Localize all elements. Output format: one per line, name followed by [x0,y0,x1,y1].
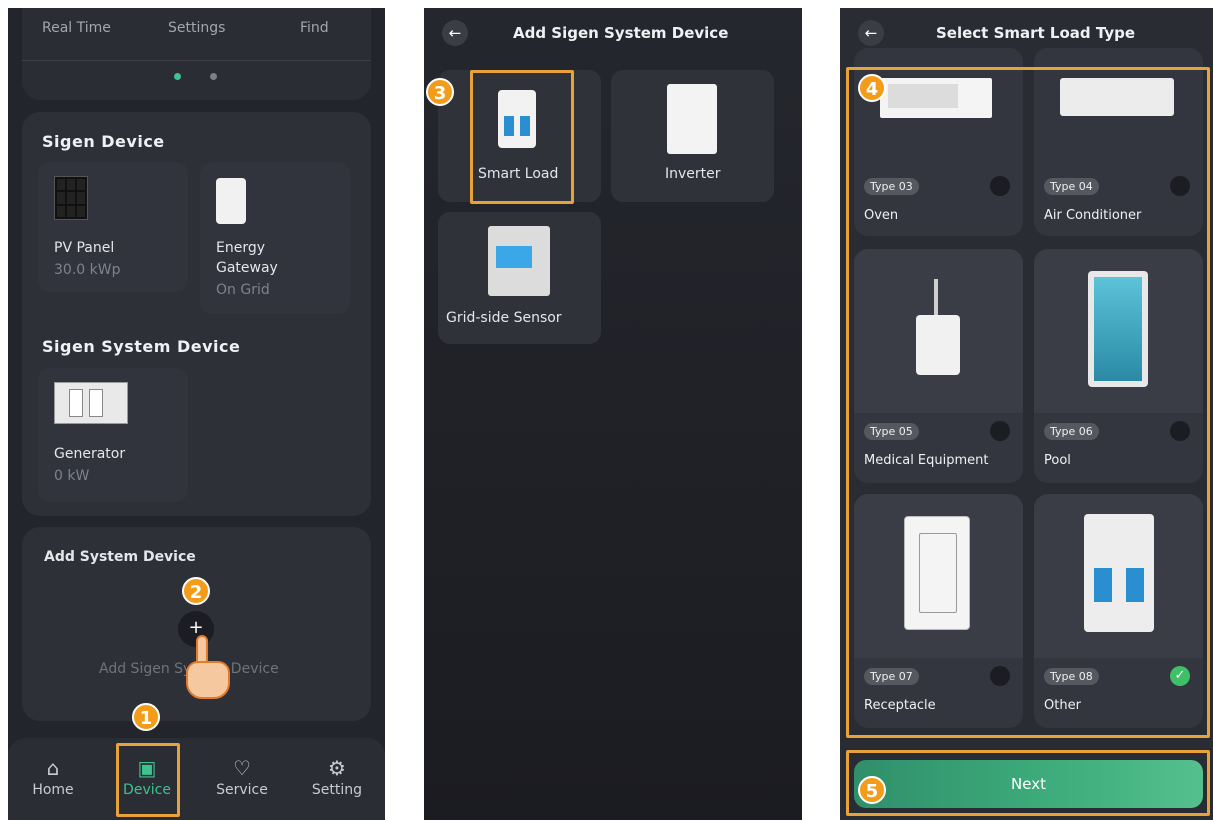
oven-icon [880,78,992,118]
device-name-line1: Energy [216,240,266,256]
gear-icon: ⚙ [328,756,346,780]
add-sigen-system-device-screen: ← Add Sigen System Device Smart Load Inv… [424,8,802,820]
step-badge-3: 3 [426,78,454,106]
device-card-pv-panel[interactable]: PV Panel 30.0 kWp [38,162,188,292]
step-badge-5: 5 [858,776,886,804]
device-label: Grid-side Sensor [446,310,562,326]
select-radio[interactable] [990,666,1010,686]
type-name: Receptacle [864,698,936,713]
pv-panel-icon [54,176,88,220]
check-icon: ✓ [1174,668,1186,683]
service-icon: ♡ [233,756,251,780]
receptacle-icon [904,516,970,630]
nav-setting[interactable]: ⚙ Setting [302,756,372,798]
page-dot-active[interactable] [174,73,181,80]
nav-label: Device [123,782,171,798]
device-value: 0 kW [54,468,90,484]
page-title: Add Sigen System Device [513,24,729,42]
bottom-nav: ⌂ Home ▣ Device ♡ Service ⚙ Setting [8,738,385,820]
select-radio-checked[interactable]: ✓ [1170,666,1190,686]
nav-home[interactable]: ⌂ Home [18,756,88,798]
tab-find[interactable]: Find [300,20,329,36]
tab-real-time[interactable]: Real Time [42,20,111,36]
type-badge: Type 03 [864,178,919,195]
type-badge: Type 04 [1044,178,1099,195]
device-name: PV Panel [54,240,115,256]
device-label: Smart Load [478,166,559,182]
home-icon: ⌂ [46,756,60,780]
type-badge: Type 07 [864,668,919,685]
type-tile-pool[interactable]: Type 06 Pool [1034,249,1203,483]
generator-icon [54,382,128,424]
tile-image-area [1034,494,1203,658]
inverter-icon [667,84,717,154]
type-badge: Type 05 [864,423,919,440]
type-tile-medical-equipment[interactable]: Type 05 Medical Equipment [854,249,1023,483]
device-card-generator[interactable]: Generator 0 kW [38,368,188,502]
energy-gateway-icon [216,178,246,224]
type-name: Other [1044,698,1081,713]
nav-label: Setting [311,782,363,798]
section-title-sigen-device: Sigen Device [42,132,165,151]
type-tile-other[interactable]: Type 08 ✓ Other [1034,494,1203,728]
air-conditioner-icon [1060,78,1174,116]
type-badge: Type 08 [1044,668,1099,685]
pool-icon [1088,271,1148,387]
nav-label: Service [216,782,268,798]
nav-service[interactable]: ♡ Service [207,756,277,798]
back-button[interactable]: ← [858,20,884,46]
shortcut-panel: Real Time Settings Find [22,8,371,100]
device-card-inverter[interactable]: Inverter [611,70,774,202]
type-name: Air Conditioner [1044,208,1142,223]
page-title: Select Smart Load Type [936,24,1136,42]
type-name: Pool [1044,453,1071,468]
breaker-icon [1084,514,1154,632]
step-badge-4: 4 [858,74,886,102]
device-card-energy-gateway[interactable]: Energy Gateway On Grid [200,162,350,314]
next-button[interactable]: Next [854,760,1203,808]
medical-equipment-icon [916,279,960,379]
device-value: 30.0 kWp [54,262,121,278]
page-dot[interactable] [210,73,217,80]
nav-device[interactable]: ▣ Device [112,756,182,798]
grid-sensor-icon [488,226,550,296]
type-tile-receptacle[interactable]: Type 07 Receptacle [854,494,1023,728]
device-label: Inverter [665,166,721,182]
device-screen: Real Time Settings Find Sigen Device PV … [8,8,385,820]
back-button[interactable]: ← [442,20,468,46]
type-name: Medical Equipment [864,453,989,468]
tile-image-area [854,48,1023,166]
tile-image-area [1034,249,1203,413]
select-smart-load-type-screen: ← Select Smart Load Type Type 03 Oven Ty… [840,8,1213,820]
select-radio[interactable] [1170,421,1190,441]
section-title-add-system-device: Add System Device [44,549,196,565]
tab-settings[interactable]: Settings [168,20,225,36]
pointing-hand-icon [184,635,230,699]
step-badge-2: 2 [182,577,210,605]
device-value: On Grid [216,282,270,298]
add-system-device-panel: Add System Device + Add Sigen System Dev… [22,527,371,721]
type-name: Oven [864,208,899,223]
type-badge: Type 06 [1044,423,1099,440]
type-tile-air-conditioner[interactable]: Type 04 Air Conditioner [1034,48,1203,236]
smart-load-icon [498,90,536,148]
section-title-sigen-system-device: Sigen System Device [42,337,241,356]
device-name: Generator [54,446,126,462]
tile-image-area [854,249,1023,413]
step-badge-1: 1 [132,703,160,731]
device-card-grid-side-sensor[interactable]: Grid-side Sensor [438,212,601,344]
nav-label: Home [32,782,74,798]
device-icon: ▣ [137,756,157,780]
device-card-smart-load[interactable]: Smart Load [438,70,601,202]
divider [22,60,371,61]
tile-image-area [1034,48,1203,166]
select-radio[interactable] [990,176,1010,196]
select-radio[interactable] [1170,176,1190,196]
select-radio[interactable] [990,421,1010,441]
sigen-device-panel: Sigen Device PV Panel 30.0 kWp Energy Ga… [22,112,371,516]
tile-image-area [854,494,1023,658]
device-name-line2: Gateway [216,260,278,276]
